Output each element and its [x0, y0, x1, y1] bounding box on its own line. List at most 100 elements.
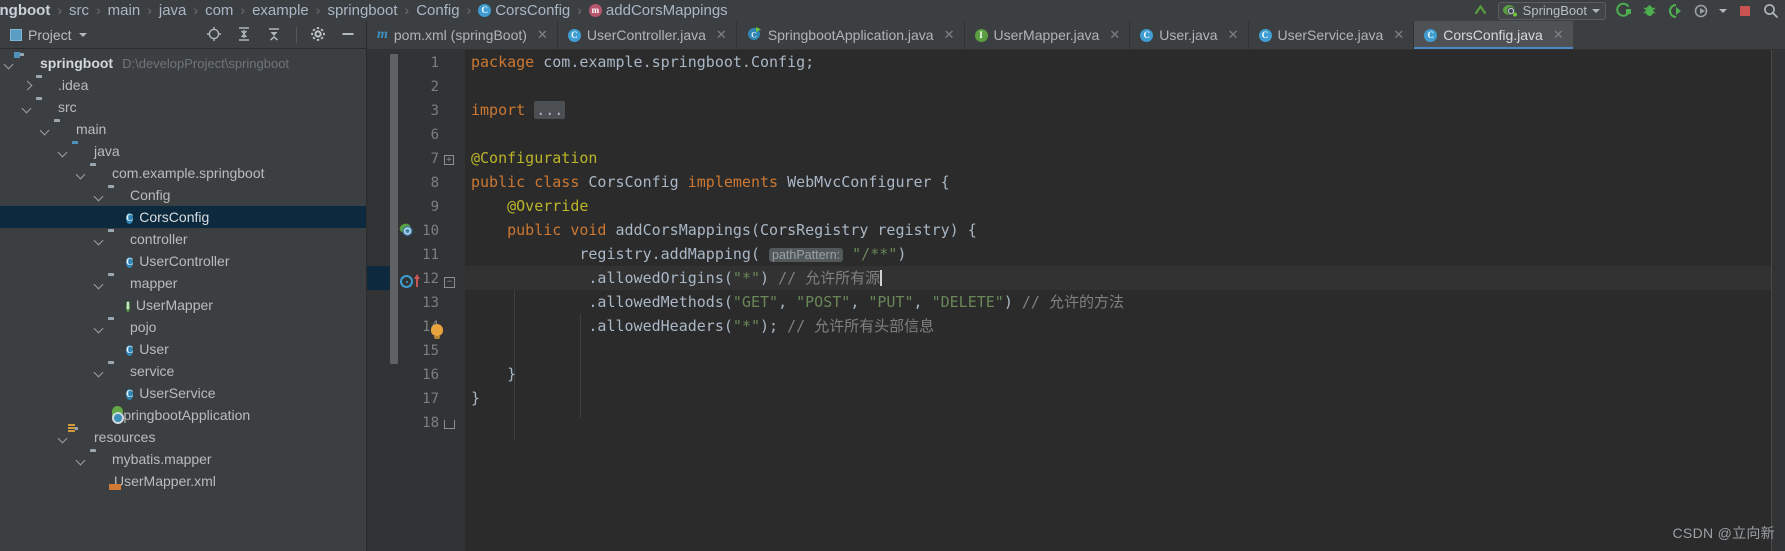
tree-item-user[interactable]: C User [0, 338, 366, 360]
editor-tab-userservice-java[interactable]: C UserService.java ✕ [1247, 21, 1414, 49]
code-line-9[interactable]: @Override [465, 194, 588, 218]
editor-tab-pom-xml--springboot-[interactable]: m pom.xml (springBoot) ✕ [367, 21, 557, 49]
fold-expand-icon[interactable]: + [444, 155, 454, 165]
code-line-2[interactable] [465, 74, 471, 98]
tree-item-mybatis-mapper[interactable]: mybatis.mapper [0, 448, 366, 470]
breadcrumb[interactable]: springboot › src › main › java › com › example › spr… [0, 0, 728, 21]
code-line-1[interactable]: package com.example.springboot.Config; [465, 50, 814, 74]
code-line-6[interactable] [465, 122, 471, 146]
run-icon[interactable] [1615, 2, 1632, 19]
editor-gutter[interactable]: 1236789101112131415161718 [367, 50, 447, 551]
tree-item-service[interactable]: service [0, 360, 366, 382]
breadcrumb-item-addcorsmappings[interactable]: m addCorsMappings [588, 0, 728, 21]
code-line-3[interactable]: import ... [465, 98, 566, 122]
tree-item-corsconfig[interactable]: C CorsConfig [0, 206, 366, 228]
breadcrumb-item-example[interactable]: example [252, 0, 309, 21]
close-icon[interactable]: ✕ [1393, 27, 1404, 43]
stop-icon[interactable] [1736, 2, 1753, 19]
chevron-down-icon-2[interactable] [1719, 8, 1727, 13]
tree-item-java[interactable]: java [0, 140, 366, 162]
fold-collapse-icon[interactable]: − [444, 277, 455, 288]
code-line-17[interactable]: } [465, 386, 480, 410]
tree-item--idea[interactable]: .idea [0, 74, 366, 96]
chevron-down-icon[interactable] [3, 57, 16, 70]
code-line-16[interactable]: } [465, 362, 516, 386]
code-line-13[interactable]: .allowedMethods("GET", "POST", "PUT", "D… [465, 290, 1124, 314]
code-line-7[interactable]: @Configuration [465, 146, 597, 170]
tree-item-mapper[interactable]: mapper [0, 272, 366, 294]
code-line-14[interactable]: .allowedHeaders("*"); // 允许所有头部信息 [465, 314, 934, 338]
close-icon[interactable]: ✕ [537, 27, 548, 43]
search-icon[interactable] [1762, 2, 1779, 19]
profile-icon[interactable] [1693, 2, 1710, 19]
editor-tab-usermapper-java[interactable]: I UserMapper.java ✕ [963, 21, 1130, 49]
breadcrumb-item-springboot[interactable]: springboot [327, 0, 397, 21]
breadcrumb-item-com[interactable]: com [205, 0, 233, 21]
collapse-all-icon[interactable] [266, 26, 283, 43]
code-text-area[interactable]: package com.example.springboot.Config; im… [465, 50, 1785, 551]
close-icon[interactable]: ✕ [1109, 27, 1120, 43]
breadcrumb-item-java[interactable]: java [159, 0, 187, 21]
tree-item-src[interactable]: src [0, 96, 366, 118]
code-folding-bar[interactable]: + − [444, 50, 465, 551]
gear-icon[interactable] [310, 26, 327, 43]
pointer-icon[interactable] [1472, 2, 1489, 19]
tree-item-usermapper[interactable]: I UserMapper [0, 294, 366, 316]
tree-item-resources[interactable]: resources [0, 426, 366, 448]
run-configuration-selector[interactable]: SpringBoot [1497, 1, 1606, 20]
expand-all-icon[interactable] [236, 26, 253, 43]
chevron-down-icon[interactable] [1592, 8, 1600, 13]
close-icon[interactable]: ✕ [1553, 27, 1564, 43]
editor-tab-user-java[interactable]: C User.java ✕ [1129, 21, 1247, 49]
close-icon[interactable]: ✕ [1228, 27, 1239, 43]
breadcrumb-item-src[interactable]: src [69, 0, 89, 21]
locate-icon[interactable] [206, 26, 223, 43]
breadcrumb-item-config[interactable]: Config [416, 0, 459, 21]
code-line-18[interactable] [465, 410, 471, 434]
chevron-down-icon[interactable] [93, 321, 106, 334]
chevron-down-icon[interactable] [93, 365, 106, 378]
chevron-down-icon[interactable] [57, 431, 70, 444]
editor-error-stripe[interactable] [1771, 50, 1785, 551]
code-line-11[interactable]: registry.addMapping( pathPattern: "/**") [465, 242, 906, 267]
tree-item-springboot[interactable]: springboot D:\developProject\springboot [0, 52, 366, 74]
chevron-down-icon[interactable] [93, 189, 106, 202]
chevron-down-icon[interactable] [93, 233, 106, 246]
chevron-down-icon[interactable] [21, 101, 34, 114]
tree-item-pojo[interactable]: pojo [0, 316, 366, 338]
tree-item-com-example-springboot[interactable]: com.example.springboot [0, 162, 366, 184]
chevron-down-icon[interactable] [57, 145, 70, 158]
hide-toolwindow-icon[interactable] [340, 26, 357, 43]
editor-tab-usercontroller-java[interactable]: C UserController.java ✕ [556, 21, 736, 49]
close-icon[interactable]: ✕ [944, 27, 955, 43]
code-line-10[interactable]: public void addCorsMappings(CorsRegistry… [465, 218, 977, 242]
tree-item-userservice[interactable]: C UserService [0, 382, 366, 404]
breadcrumb-item-main[interactable]: main [108, 0, 141, 21]
override-arrow-icon[interactable] [414, 274, 420, 287]
chevron-down-icon[interactable] [75, 167, 88, 180]
tree-item-springbootapplication[interactable]: SpringbootApplication [0, 404, 366, 426]
code-line-8[interactable]: public class CorsConfig implements WebMv… [465, 170, 950, 194]
tree-item-controller[interactable]: controller [0, 228, 366, 250]
editor-tab-corsconfig-java[interactable]: C CorsConfig.java ✕ [1413, 21, 1573, 49]
close-icon[interactable]: ✕ [716, 27, 727, 43]
tree-item-main[interactable]: main [0, 118, 366, 140]
overridden-method-icon[interactable] [400, 275, 413, 288]
project-tree[interactable]: springboot D:\developProject\springboot .i… [0, 49, 366, 551]
code-line-12[interactable]: .allowedOrigins("*") // 允许所有源 [465, 266, 1785, 290]
chevron-down-icon[interactable] [75, 453, 88, 466]
spring-bean-icon[interactable] [399, 223, 413, 237]
chevron-down-icon-project[interactable] [78, 32, 87, 37]
chevron-down-icon[interactable] [39, 123, 52, 136]
tree-item-usermapper-xml[interactable]: UserMapper.xml [0, 470, 366, 492]
editor-tab-bar[interactable]: m pom.xml (springBoot) ✕ C UserController.ja… [367, 21, 1785, 50]
fold-end-icon[interactable] [444, 420, 455, 429]
chevron-right-icon[interactable] [21, 79, 34, 92]
tree-item-usercontroller[interactable]: C UserController [0, 250, 366, 272]
code-editor[interactable]: 1236789101112131415161718 + − @ package … [367, 50, 1785, 551]
breadcrumb-item-corsconfig[interactable]: C CorsConfig [478, 0, 570, 21]
run-with-coverage-icon[interactable] [1667, 2, 1684, 19]
debug-icon[interactable] [1641, 2, 1658, 19]
intention-bulb-icon[interactable] [431, 324, 443, 339]
chevron-down-icon[interactable] [93, 277, 106, 290]
